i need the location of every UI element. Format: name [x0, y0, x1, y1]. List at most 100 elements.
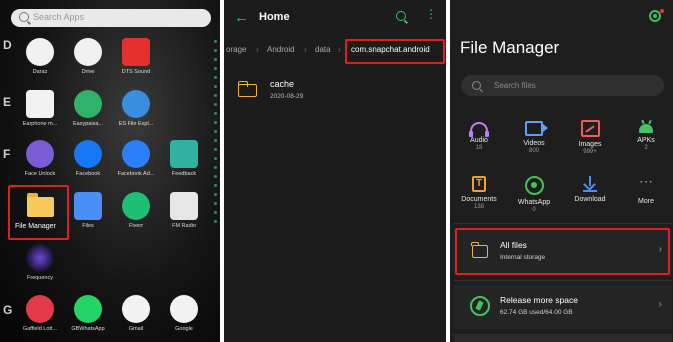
- app-label: Google: [175, 326, 193, 332]
- app-label: Easypaisa...: [73, 121, 103, 127]
- breadcrumb-storage[interactable]: orage: [226, 45, 246, 54]
- category-apks[interactable]: APKs 2: [621, 118, 671, 151]
- app-label: ES File Expl...: [118, 121, 154, 127]
- category-name: Download: [574, 196, 606, 203]
- file-manager-app-label[interactable]: File Manager: [15, 223, 56, 230]
- divider: [454, 280, 672, 281]
- search-placeholder: Search files: [494, 81, 536, 90]
- app-label: FM Radio: [172, 223, 196, 229]
- alphabet-index-bar[interactable]: [212, 34, 218, 334]
- chevron-right-icon: ›: [658, 299, 662, 310]
- file-manager-icon[interactable]: [27, 193, 54, 217]
- category-name: WhatsApp: [517, 199, 551, 206]
- app-label: Feedback: [171, 171, 197, 177]
- app-face-unlock[interactable]: Face Unlock: [18, 140, 62, 177]
- breadcrumb-separator-icon: ›: [304, 45, 307, 54]
- category-documents[interactable]: Documents 138: [454, 176, 504, 210]
- gaffield-icon: [26, 295, 54, 323]
- app-label: Face Unlock: [24, 171, 56, 177]
- app-search-bar[interactable]: Search Apps: [11, 9, 211, 27]
- file-search-bar[interactable]: Search files: [461, 75, 664, 96]
- app-drive[interactable]: Drive: [66, 38, 110, 75]
- divider: [454, 223, 672, 224]
- google-icon: [170, 295, 198, 323]
- app-es-file-explorer[interactable]: ES File Expl...: [114, 90, 158, 127]
- category-name: APKs: [637, 137, 655, 144]
- category-videos[interactable]: Videos 800: [509, 118, 559, 154]
- bottom-edge: [454, 334, 672, 342]
- daraz-icon: [26, 38, 54, 66]
- app-gmail[interactable]: Gmail: [114, 295, 158, 332]
- file-browser-panel: ← Home ⋮ orage › Android › data › com.sn…: [224, 0, 446, 342]
- app-earphone[interactable]: Earphone m...: [18, 90, 62, 127]
- app-facebook[interactable]: Facebook: [66, 140, 110, 177]
- download-icon: [583, 176, 597, 193]
- folder-date: 2020-08-29: [270, 93, 304, 100]
- app-search-placeholder: Search Apps: [33, 12, 85, 22]
- audio-icon: [469, 122, 489, 137]
- messenger-icon: [122, 140, 150, 168]
- app-label: Gmail: [128, 326, 144, 332]
- cleanup-icon: [470, 296, 490, 316]
- app-drawer-panel: Search Apps D E F G Daraz Drive DTS Soun…: [0, 0, 220, 342]
- more-vert-icon[interactable]: ⋮: [425, 8, 437, 20]
- video-icon: [525, 121, 548, 136]
- es-file-icon: [122, 90, 150, 118]
- file-manager-home-panel: File Manager Search files Audio 18 Video…: [450, 0, 673, 342]
- page-title: Home: [259, 11, 290, 23]
- category-name: More: [638, 198, 654, 205]
- app-easypaisa[interactable]: Easypaisa...: [66, 90, 110, 127]
- app-gbwhatsapp[interactable]: GBWhatsApp: [66, 295, 110, 332]
- app-label: Files: [82, 223, 94, 229]
- back-arrow-icon[interactable]: ←: [234, 9, 249, 26]
- search-icon[interactable]: [396, 11, 406, 21]
- app-google[interactable]: Google: [162, 295, 206, 332]
- app-label: Fiverr: [128, 223, 144, 229]
- files-icon: [74, 192, 102, 220]
- frequency-icon: [26, 244, 54, 272]
- release-space-title: Release more space: [500, 295, 578, 305]
- app-files[interactable]: Files: [66, 192, 110, 229]
- app-dts-sound[interactable]: DTS Sound: [114, 38, 158, 75]
- category-more[interactable]: ⋯ More: [621, 174, 671, 205]
- app-facebook-ads[interactable]: Facebook Ad...: [114, 140, 158, 177]
- section-letter-f: F: [3, 147, 11, 161]
- category-name: Images: [578, 141, 602, 148]
- app-daraz[interactable]: Daraz: [18, 38, 62, 75]
- document-icon: [472, 176, 486, 192]
- section-letter-e: E: [3, 95, 12, 109]
- page-title: File Manager: [460, 38, 560, 57]
- app-fiverr[interactable]: Fiverr: [114, 192, 158, 229]
- category-count: 800: [528, 148, 539, 154]
- category-download[interactable]: Download: [565, 176, 615, 203]
- all-files-highlight: [455, 228, 670, 275]
- breadcrumb-android[interactable]: Android: [267, 45, 295, 54]
- facebook-icon: [74, 140, 102, 168]
- category-audio[interactable]: Audio 18: [454, 118, 504, 151]
- app-feedback[interactable]: Feedback: [162, 140, 206, 177]
- category-whatsapp[interactable]: WhatsApp 0: [509, 176, 559, 213]
- breadcrumb-data[interactable]: data: [315, 45, 331, 54]
- category-name: Documents: [461, 196, 497, 203]
- category-images[interactable]: Images 999+: [565, 118, 615, 155]
- app-label: Earphone m...: [22, 121, 58, 127]
- whatsapp-icon: [524, 176, 544, 195]
- category-count: 138: [473, 204, 484, 210]
- drive-icon: [74, 38, 102, 66]
- section-letter-d: D: [3, 38, 12, 52]
- search-icon: [472, 81, 481, 90]
- breadcrumb-separator-icon: ›: [256, 45, 259, 54]
- app-label: Daraz: [32, 69, 48, 75]
- app-gaffield[interactable]: Gaffield Lott...: [18, 295, 62, 332]
- release-space-row[interactable]: Release more space 62.74 GB used/64.00 G…: [454, 285, 672, 329]
- category-count: 18: [475, 145, 483, 151]
- app-fm-radio[interactable]: FM Radio: [162, 192, 206, 229]
- app-label: Drive: [81, 69, 95, 75]
- fm-radio-icon: [170, 192, 198, 220]
- app-frequency[interactable]: Frequency: [18, 244, 62, 281]
- earphone-icon: [26, 90, 54, 118]
- app-label: GBWhatsApp: [71, 326, 105, 332]
- section-letter-g: G: [3, 303, 13, 317]
- easypaisa-icon: [74, 90, 102, 118]
- category-count: 999+: [583, 149, 597, 155]
